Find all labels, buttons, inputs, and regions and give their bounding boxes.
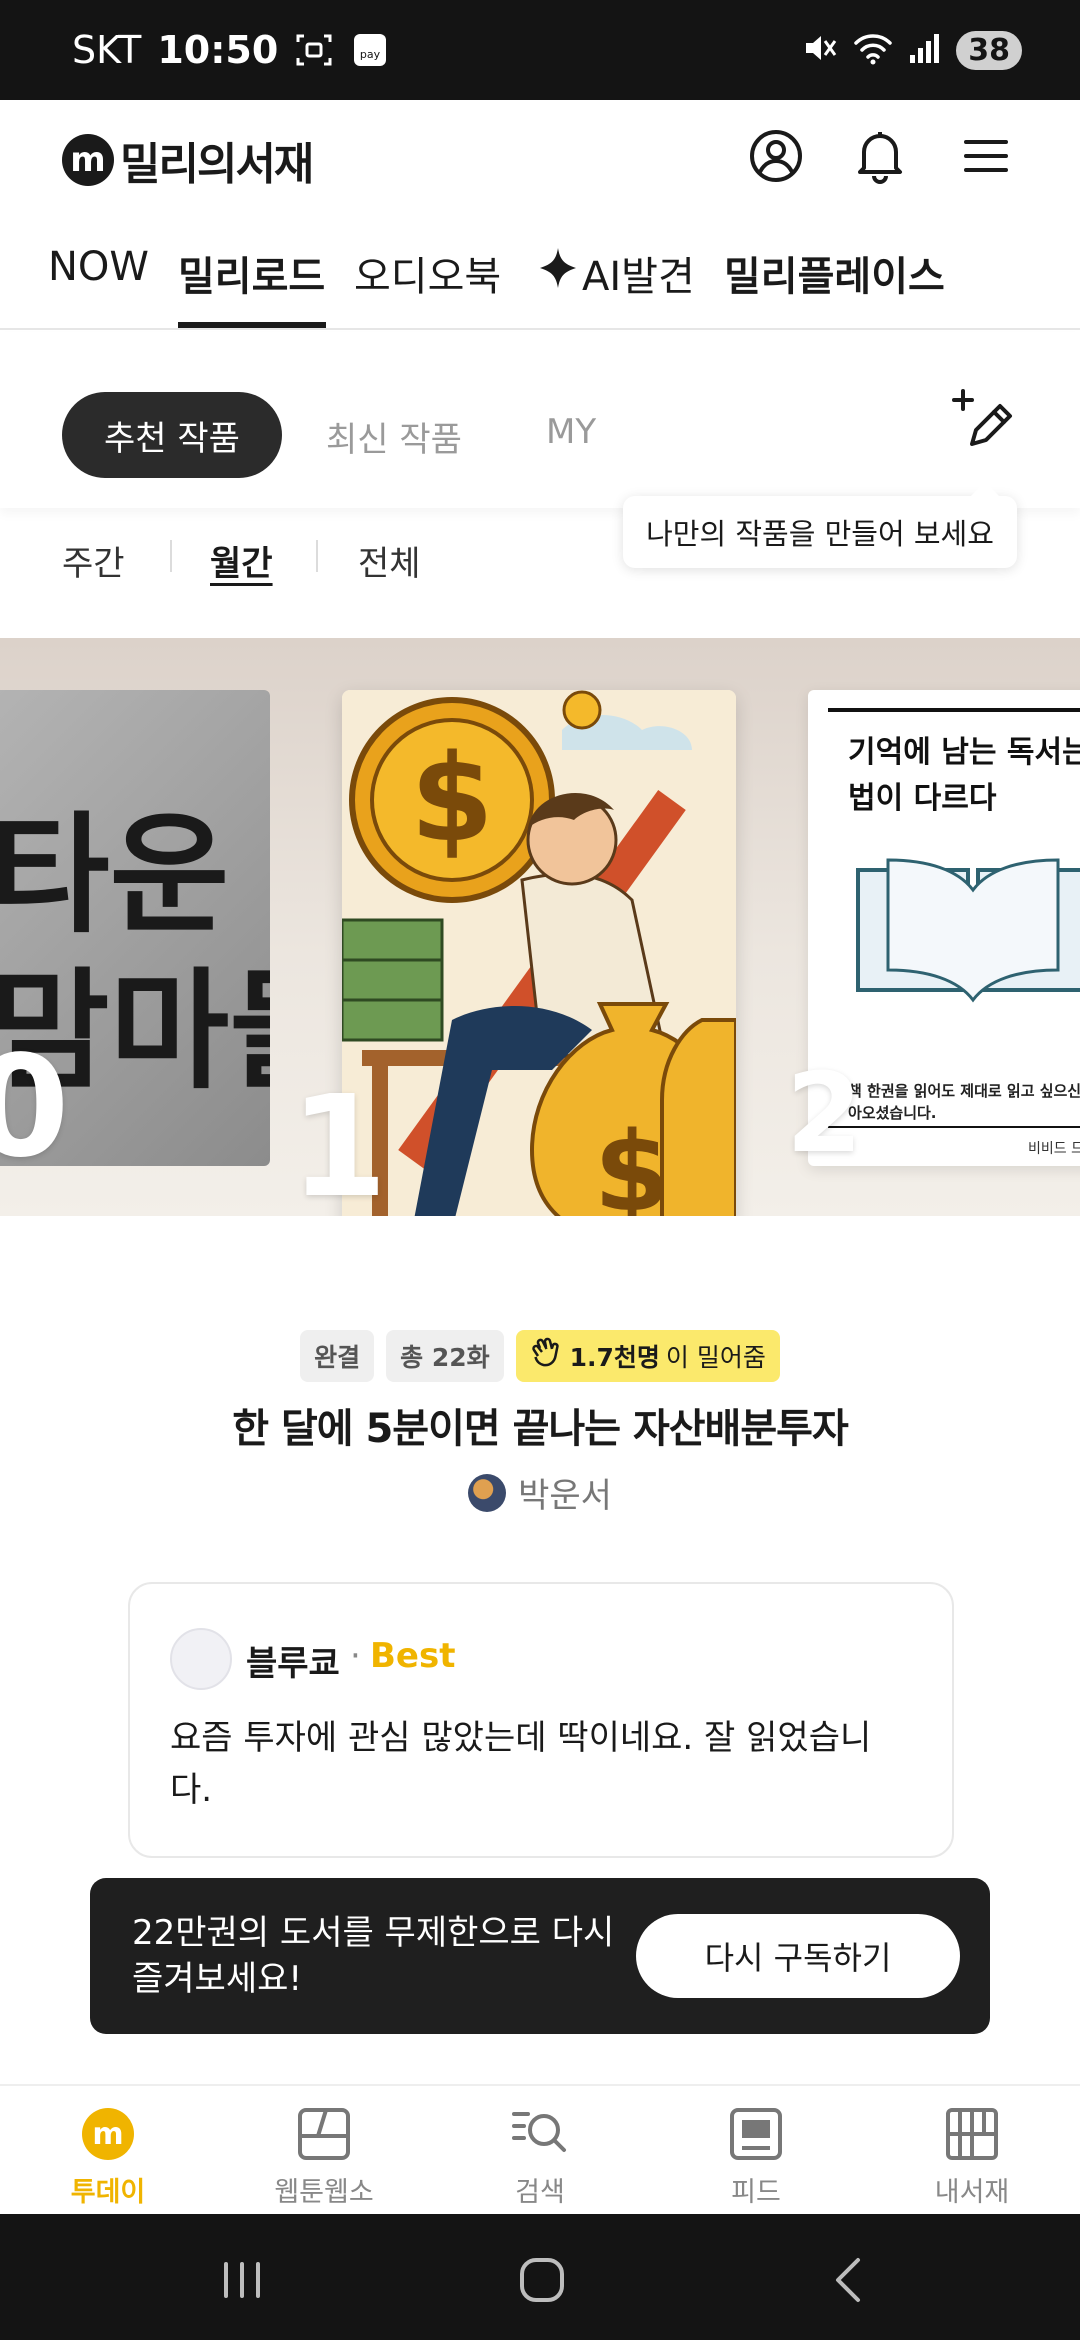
ranking-carousel[interactable]: 타운 맘마들 0 $ $ 1 xyxy=(0,638,1080,1216)
home-icon[interactable] xyxy=(512,2250,572,2310)
svg-text:$: $ xyxy=(594,1108,671,1216)
cover-illustration: $ $ xyxy=(342,690,736,1216)
book-badges: 완결 총 22화 1.7천명 이 밀어줌 xyxy=(0,1330,1080,1382)
divider xyxy=(316,540,318,572)
nav-webtoon[interactable]: 웹툰웹소 xyxy=(244,2104,404,2209)
tab-millie-road[interactable]: 밀리로드 xyxy=(178,244,325,302)
system-navigation-bar xyxy=(0,2214,1080,2340)
rank-number: 0 xyxy=(0,1026,70,1189)
back-icon[interactable] xyxy=(818,2250,878,2310)
clap-hand-icon xyxy=(530,1336,564,1376)
nav-feed-label: 피드 xyxy=(731,2177,781,2208)
cover-rule xyxy=(828,1126,1080,1128)
app-name: 밀리의서재 xyxy=(120,139,314,190)
active-tab-indicator xyxy=(178,322,326,328)
pay-icon: pay xyxy=(350,30,390,70)
status-badge: 완결 xyxy=(300,1330,375,1382)
nav-today[interactable]: m 투데이 xyxy=(28,2104,188,2209)
author-row[interactable]: 박운서 xyxy=(0,1468,1080,1517)
tab-millie-place[interactable]: 밀리플레이스 xyxy=(724,244,945,302)
top-tab-bar: NOW 밀리로드 오디오북 AI발견 밀리플레이스 xyxy=(0,218,1080,330)
today-icon: m xyxy=(78,2104,138,2164)
nav-library[interactable]: 내서재 xyxy=(892,2104,1052,2209)
episode-count-badge: 총 22화 xyxy=(386,1330,504,1382)
search-icon xyxy=(510,2104,570,2164)
book-cover-current[interactable]: $ $ xyxy=(342,690,736,1216)
segment-recommended[interactable]: 추천 작품 xyxy=(62,392,282,478)
cover-title: 기억에 남는 독서는 방법이 다르다 xyxy=(848,735,1080,816)
segment-latest[interactable]: 최신 작품 xyxy=(326,412,462,461)
svg-text:m: m xyxy=(92,2117,123,2152)
divider xyxy=(170,540,172,572)
author-name: 박운서 xyxy=(518,1476,612,1516)
push-count-badge: 1.7천명 이 밀어줌 xyxy=(515,1330,780,1382)
status-bar: SKT 10:50 pay 38 xyxy=(0,0,1080,100)
app-header: m 밀리의서재 xyxy=(0,100,1080,218)
push-suffix: 이 밀어줌 xyxy=(665,1343,766,1372)
create-work-tooltip: 나만의 작품을 만들어 보세요 xyxy=(623,482,1017,568)
svg-text:$: $ xyxy=(410,730,494,869)
tab-ai-discover-label: AI발견 xyxy=(582,254,695,300)
tab-audiobook[interactable]: 오디오북 xyxy=(354,244,501,302)
nav-library-label: 내서재 xyxy=(934,2177,1010,2208)
clock: 10:50 xyxy=(157,28,279,72)
tab-now[interactable]: NOW xyxy=(48,244,149,290)
webtoon-icon xyxy=(294,2104,354,2164)
nav-today-label: 투데이 xyxy=(70,2177,146,2208)
profile-icon[interactable] xyxy=(746,126,806,186)
period-all[interactable]: 전체 xyxy=(358,536,421,585)
recent-apps-icon[interactable] xyxy=(212,2250,272,2310)
signal-icon xyxy=(908,29,942,71)
sparkle-icon xyxy=(538,246,578,300)
svg-text:pay: pay xyxy=(360,48,381,61)
review-card[interactable]: 블루쿄 · Best 요즘 투자에 관심 많았는데 딱이네요. 잘 읽었습니다. xyxy=(128,1582,954,1858)
best-review-tag: Best xyxy=(370,1636,456,1676)
rank-number: 1 xyxy=(290,1066,388,1217)
nav-search[interactable]: 검색 xyxy=(460,2104,620,2209)
reviewer-avatar xyxy=(170,1628,232,1690)
notification-bell-icon[interactable] xyxy=(850,126,910,186)
nav-feed[interactable]: 피드 xyxy=(676,2104,836,2209)
bottom-navigation: m 투데이 웹툰웹소 검색 피드 내서재 xyxy=(0,2084,1080,2214)
wifi-icon xyxy=(852,29,894,71)
feed-icon xyxy=(726,2104,786,2164)
screenshot-icon xyxy=(294,30,334,70)
nav-webtoon-label: 웹툰웹소 xyxy=(274,2177,374,2208)
book-title[interactable]: 한 달에 5분이면 끝나는 자산배분투자 xyxy=(0,1396,1080,1454)
period-weekly[interactable]: 주간 xyxy=(62,536,125,585)
author-avatar xyxy=(468,1473,507,1512)
banner-text: 22만권의 도서를 무제한으로 다시 즐겨보세요! xyxy=(132,1913,615,1999)
menu-icon[interactable] xyxy=(956,126,1016,186)
battery-indicator: 38 xyxy=(956,30,1022,70)
cover-rule xyxy=(828,708,1080,712)
logo-mark-icon: m xyxy=(62,134,114,186)
cover-author: 비비드 드 xyxy=(1028,1141,1080,1157)
open-book-icon xyxy=(856,858,1080,1003)
period-monthly[interactable]: 월간 xyxy=(210,536,273,585)
mute-icon xyxy=(800,29,838,71)
carrier-label: SKT xyxy=(72,28,142,72)
reviewer-name: 블루쿄 xyxy=(246,1644,340,1684)
segment-my[interactable]: MY xyxy=(546,412,596,452)
tab-ai-discover[interactable]: AI발견 xyxy=(538,244,695,302)
review-text: 요즘 투자에 관심 많았는데 딱이네요. 잘 읽었습니다. xyxy=(170,1718,872,1810)
library-icon xyxy=(942,2104,1002,2164)
segment-row: 추천 작품 최신 작품 MY xyxy=(0,332,1080,508)
app-logo[interactable]: m 밀리의서재 xyxy=(62,128,314,192)
nav-search-label: 검색 xyxy=(515,2177,565,2208)
resubscribe-banner: 22만권의 도서를 무제한으로 다시 즐겨보세요! 다시 구독하기 xyxy=(90,1878,990,2034)
resubscribe-button[interactable]: 다시 구독하기 xyxy=(636,1914,960,1998)
create-work-icon[interactable] xyxy=(950,386,1020,456)
push-count: 1.7천명 xyxy=(569,1343,660,1372)
separator: · xyxy=(350,1636,361,1676)
rank-number: 2 xyxy=(786,1049,863,1177)
cover-subtitle: 책 한권을 읽어도 제대로 읽고 싶으신 분 잘 찾아오셨습니다. xyxy=(848,1082,1080,1122)
